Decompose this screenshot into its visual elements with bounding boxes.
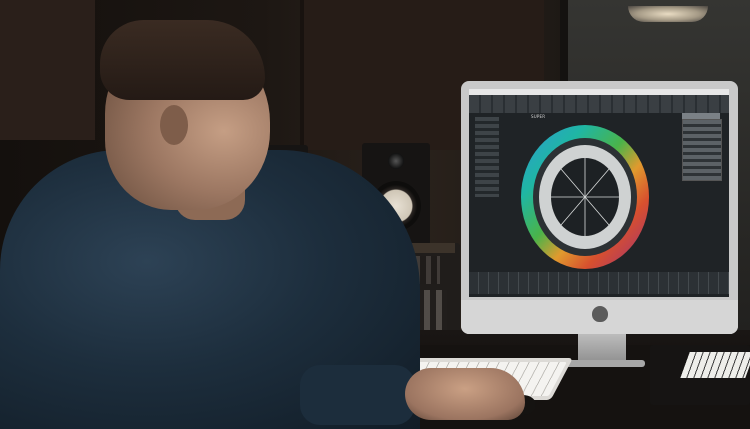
speaker-tweeter bbox=[388, 153, 404, 169]
person-sleeve bbox=[300, 365, 415, 425]
ceiling-lamp bbox=[628, 6, 708, 22]
transport-timeline bbox=[469, 272, 729, 294]
track-list-panel bbox=[475, 117, 499, 197]
synth-keys bbox=[680, 352, 750, 378]
apple-logo-icon bbox=[592, 306, 608, 322]
inspector-panel bbox=[682, 119, 722, 181]
person-ear bbox=[160, 105, 188, 145]
acoustic-panel-left bbox=[0, 0, 95, 140]
screen-title: SUPER bbox=[531, 114, 546, 119]
monitor-screen: SUPER bbox=[469, 89, 729, 297]
color-wheel bbox=[521, 125, 649, 269]
person-hand bbox=[405, 368, 525, 420]
app-toolbar bbox=[469, 95, 729, 113]
person-hair bbox=[100, 20, 265, 100]
studio-scene: SUPER bbox=[0, 0, 750, 429]
wheel-spokes bbox=[551, 158, 619, 236]
monitor-stand-base bbox=[560, 360, 645, 367]
